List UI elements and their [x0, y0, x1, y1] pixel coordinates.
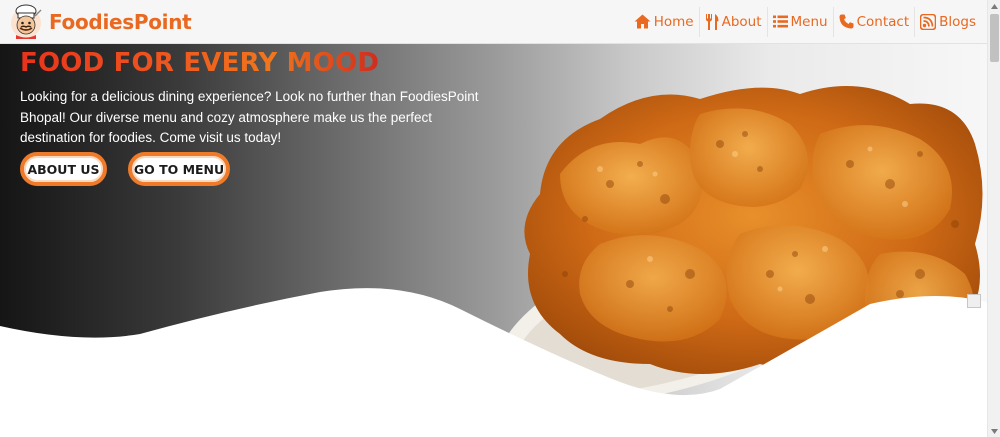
nav-home-label: Home [653, 13, 694, 30]
navbar: FoodiesPoint Home About Menu Contact Blo… [0, 0, 987, 44]
hero-title: FOOD FOR EVERY MOOD [20, 48, 380, 78]
brand-name: FoodiesPoint [49, 9, 192, 34]
nav-menu-label: Menu [790, 13, 828, 30]
chef-mascot-icon [11, 4, 42, 39]
nav-home[interactable]: Home [629, 7, 699, 37]
page-scrollbar[interactable] [987, 0, 1000, 437]
home-icon [634, 14, 651, 29]
scroll-down-arrow-icon[interactable] [988, 425, 1000, 437]
fork-knife-icon [705, 13, 719, 30]
main-nav: Home About Menu Contact Blogs [629, 0, 987, 44]
go-to-menu-button[interactable]: GO TO MENU [128, 152, 230, 186]
nav-about-label: About [721, 13, 762, 30]
hero-description: Looking for a delicious dining experienc… [20, 89, 479, 145]
nav-about[interactable]: About [698, 6, 767, 37]
scroll-up-arrow-icon[interactable] [988, 0, 1000, 12]
nav-contact[interactable]: Contact [832, 6, 915, 37]
hero-section: FOOD FOR EVERY MOOD Looking for a delici… [0, 44, 987, 437]
nav-contact-label: Contact [856, 13, 910, 30]
list-icon [772, 15, 788, 28]
blog-icon [920, 13, 937, 30]
nav-menu[interactable]: Menu [766, 6, 833, 37]
nav-blogs[interactable]: Blogs [914, 6, 981, 37]
scrollbar-thumb[interactable] [990, 14, 999, 62]
broken-image-icon [967, 294, 981, 308]
brand[interactable]: FoodiesPoint [0, 4, 192, 40]
phone-icon [839, 14, 854, 29]
nav-blogs-label: Blogs [939, 13, 976, 30]
about-us-button[interactable]: ABOUT US [20, 152, 107, 186]
